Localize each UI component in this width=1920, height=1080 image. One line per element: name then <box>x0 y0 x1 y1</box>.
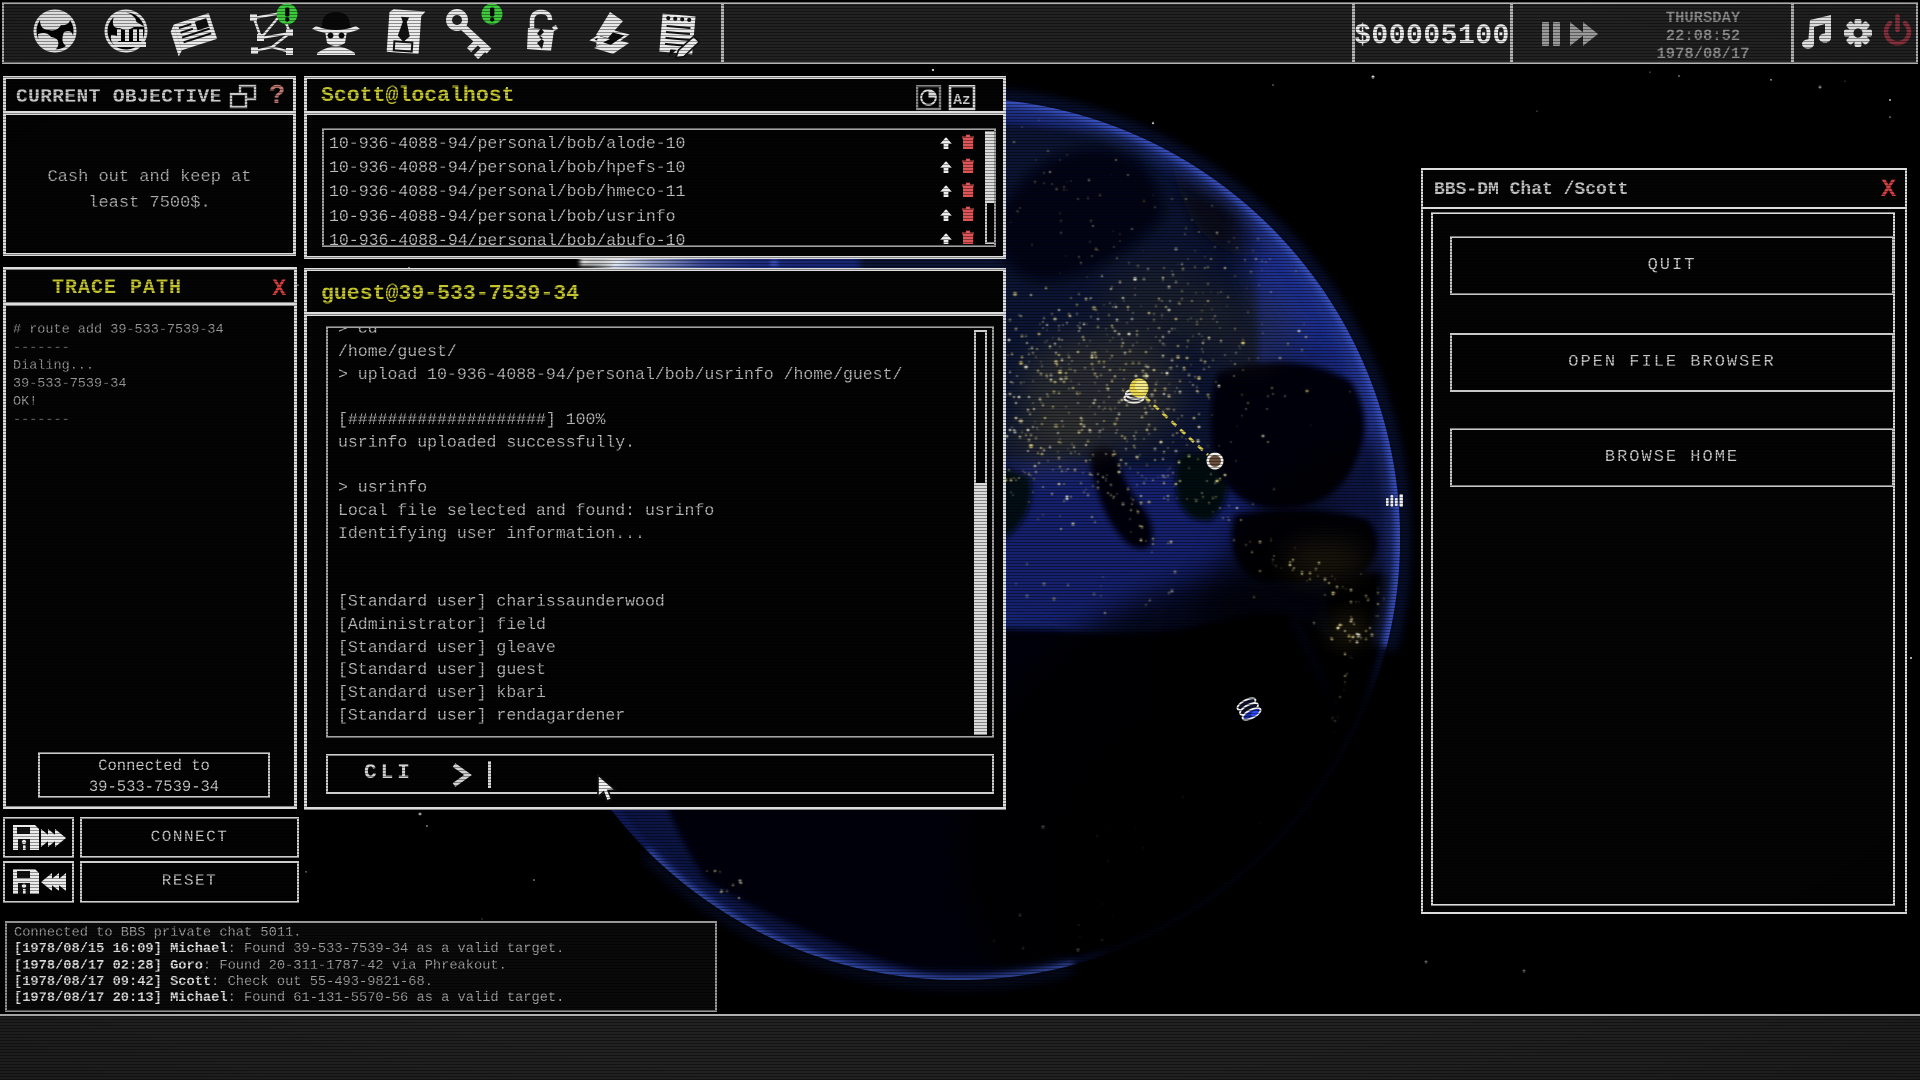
svg-text:22:08:52: 22:08:52 <box>1666 27 1740 45</box>
svg-text:Az: Az <box>953 93 970 109</box>
svg-text:1978/08/17: 1978/08/17 <box>1656 45 1749 63</box>
svg-text:$00005100: $00005100 <box>1354 21 1510 52</box>
svg-text:THURSDAY: THURSDAY <box>1666 9 1741 27</box>
